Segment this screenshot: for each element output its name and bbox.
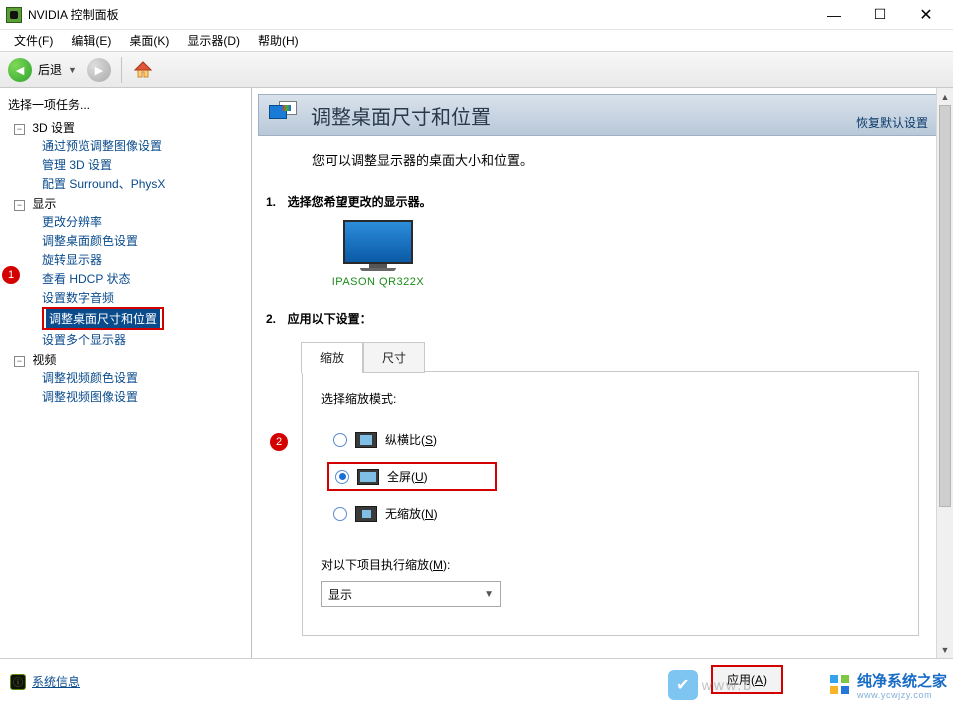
nav-preview-image-settings[interactable]: 通过预览调整图像设置	[42, 136, 247, 155]
tree-group-video: − 视频 调整视频颜色设置 调整视频图像设置	[14, 351, 247, 406]
radio-label: 全屏(U)	[387, 468, 428, 485]
annotation-badge-2: 2	[270, 433, 288, 451]
menu-file[interactable]: 文件(F)	[6, 30, 61, 51]
app-icon	[6, 7, 22, 23]
brand-url: www.ycwjzy.com	[857, 691, 947, 700]
tab-panel-scale: 选择缩放模式: 纵横比(S) 2 全屏(U) 无缩放(N)	[302, 371, 919, 636]
menu-desktop[interactable]: 桌面(K)	[121, 30, 177, 51]
radio-aspect-ratio[interactable]: 纵横比(S)	[327, 427, 900, 452]
vertical-scrollbar[interactable]: ▲ ▼	[936, 88, 953, 658]
nav-surround-physx[interactable]: 配置 Surround、PhysX	[42, 174, 247, 193]
radio-icon	[335, 470, 349, 484]
minimize-button[interactable]: —	[811, 0, 857, 30]
home-button[interactable]	[132, 59, 154, 81]
nav-video-image[interactable]: 调整视频图像设置	[42, 387, 247, 406]
collapse-icon[interactable]: −	[14, 124, 25, 135]
page-title: 调整桌面尺寸和位置	[311, 101, 491, 130]
radio-fullscreen[interactable]: 全屏(U)	[327, 462, 497, 491]
forward-button[interactable]: ►	[87, 58, 111, 82]
menu-edit[interactable]: 编辑(E)	[63, 30, 119, 51]
back-dropdown-icon[interactable]: ▼	[68, 65, 77, 75]
settings-tabs: 缩放 尺寸	[301, 342, 919, 373]
aspect-icon	[355, 432, 377, 448]
radio-label: 无缩放(N)	[385, 505, 438, 522]
back-label: 后退	[38, 61, 62, 78]
tree-group-label: 3D 设置	[32, 121, 75, 135]
window-title: NVIDIA 控制面板	[28, 6, 811, 23]
sidebar: 选择一项任务... − 3D 设置 通过预览调整图像设置 管理 3D 设置 配置…	[0, 88, 252, 658]
perform-scaling-label: 对以下项目执行缩放(M):	[321, 556, 900, 573]
step1-label: 1. 选择您希望更改的显示器。	[258, 189, 943, 214]
tree-group-display: − 显示 更改分辨率 调整桌面颜色设置 旋转显示器 查看 HDCP 状态 设置数…	[14, 195, 247, 349]
brand-logo-icon	[829, 674, 851, 696]
no-scaling-icon	[355, 506, 377, 522]
radio-icon	[333, 507, 347, 521]
menu-display[interactable]: 显示器(D)	[179, 30, 248, 51]
fullscreen-icon	[357, 469, 379, 485]
toolbar: ◄ 后退 ▼ ►	[0, 52, 953, 88]
radio-label: 纵横比(S)	[385, 431, 437, 448]
monitor-name: IPASON QR322X	[318, 276, 438, 288]
tree-group-3d: − 3D 设置 通过预览调整图像设置 管理 3D 设置 配置 Surround、…	[14, 119, 247, 193]
scroll-down-icon[interactable]: ▼	[937, 641, 953, 658]
titlebar: NVIDIA 控制面板 — ☐ ✕	[0, 0, 953, 30]
nav-rotate-display[interactable]: 旋转显示器	[42, 250, 247, 269]
perform-scaling-select[interactable]: 显示 ▼	[321, 581, 501, 607]
tree-group-label: 视频	[32, 353, 56, 367]
close-button[interactable]: ✕	[903, 0, 949, 30]
content-area: 调整桌面尺寸和位置 恢复默认设置 您可以调整显示器的桌面大小和位置。 1. 选择…	[252, 88, 953, 658]
page-header: 调整桌面尺寸和位置 恢复默认设置	[258, 94, 943, 136]
monitor-selector[interactable]: IPASON QR322X	[318, 220, 438, 288]
menu-help[interactable]: 帮助(H)	[250, 30, 307, 51]
monitor-icon	[343, 220, 413, 272]
nav-change-resolution[interactable]: 更改分辨率	[42, 212, 247, 231]
perform-scaling-row: 对以下项目执行缩放(M): 显示 ▼	[321, 556, 900, 607]
scale-mode-label: 选择缩放模式:	[321, 390, 900, 417]
select-value: 显示	[328, 586, 352, 603]
annotation-badge-1: 1	[2, 266, 20, 284]
toolbar-separator	[121, 57, 122, 83]
page-description: 您可以调整显示器的桌面大小和位置。	[258, 136, 943, 189]
nav-manage-3d[interactable]: 管理 3D 设置	[42, 155, 247, 174]
main-split: 选择一项任务... − 3D 设置 通过预览调整图像设置 管理 3D 设置 配置…	[0, 88, 953, 658]
scroll-up-icon[interactable]: ▲	[937, 88, 953, 105]
watermark-brand: 纯净系统之家 www.ycwjzy.com	[829, 670, 947, 700]
annotation-highlight-1: 调整桌面尺寸和位置	[42, 307, 164, 330]
menubar: 文件(F) 编辑(E) 桌面(K) 显示器(D) 帮助(H)	[0, 30, 953, 52]
scroll-thumb[interactable]	[939, 105, 951, 507]
radio-icon	[333, 433, 347, 447]
nav-video-color[interactable]: 调整视频颜色设置	[42, 368, 247, 387]
collapse-icon[interactable]: −	[14, 356, 25, 367]
nav-desktop-size-position[interactable]: 调整桌面尺寸和位置	[46, 309, 160, 328]
sysinfo-link[interactable]: 系统信息	[32, 673, 80, 690]
twitter-icon: ✔	[668, 670, 698, 700]
tab-size[interactable]: 尺寸	[363, 342, 425, 373]
collapse-icon[interactable]: −	[14, 200, 25, 211]
step2-label: 2. 应用以下设置：	[258, 306, 943, 331]
tab-scale[interactable]: 缩放	[301, 342, 363, 373]
nav-digital-audio[interactable]: 设置数字音频	[42, 288, 247, 307]
radio-no-scaling[interactable]: 无缩放(N)	[327, 501, 900, 526]
nav-desktop-color[interactable]: 调整桌面颜色设置	[42, 231, 247, 250]
maximize-button[interactable]: ☐	[857, 0, 903, 30]
watermark-faint: ✔ www.b	[668, 670, 753, 700]
task-label: 选择一项任务...	[4, 94, 247, 119]
tree-group-label: 显示	[32, 197, 56, 211]
window-controls: — ☐ ✕	[811, 0, 949, 30]
brand-name: 纯净系统之家	[857, 673, 947, 690]
restore-defaults-link[interactable]: 恢复默认设置	[856, 114, 928, 131]
statusbar: ⓘ 系统信息	[0, 658, 953, 704]
nav-multiple-displays[interactable]: 设置多个显示器	[42, 330, 247, 349]
back-button[interactable]: ◄	[8, 58, 32, 82]
chevron-down-icon: ▼	[484, 589, 494, 600]
nav-hdcp-status[interactable]: 查看 HDCP 状态	[42, 269, 247, 288]
nav-tree: − 3D 设置 通过预览调整图像设置 管理 3D 设置 配置 Surround、…	[4, 119, 247, 406]
page-header-icon	[269, 101, 301, 129]
sysinfo-icon: ⓘ	[10, 674, 26, 690]
